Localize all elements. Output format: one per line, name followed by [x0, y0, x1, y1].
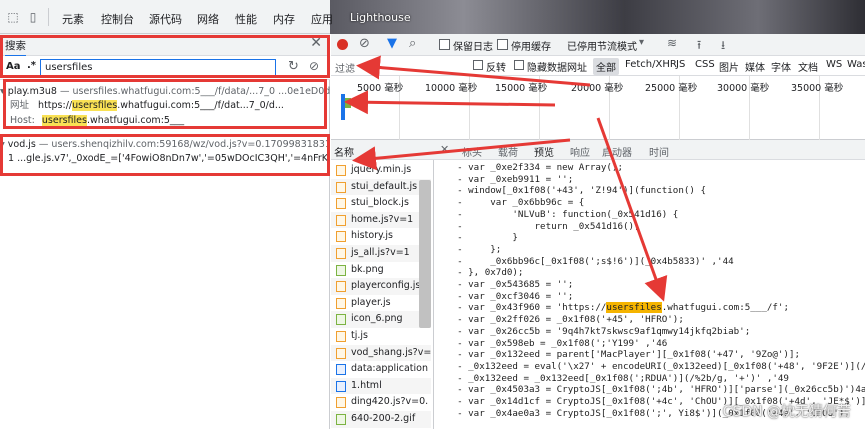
arrow-to-results — [344, 90, 556, 115]
arrow-to-search — [356, 55, 591, 87]
arrow-to-vodjs — [352, 138, 571, 171]
annotation-arrows — [344, 55, 668, 302]
arrow-to-code — [596, 117, 668, 302]
watermark: CSDN @枕无猜何苦 — [722, 404, 851, 420]
